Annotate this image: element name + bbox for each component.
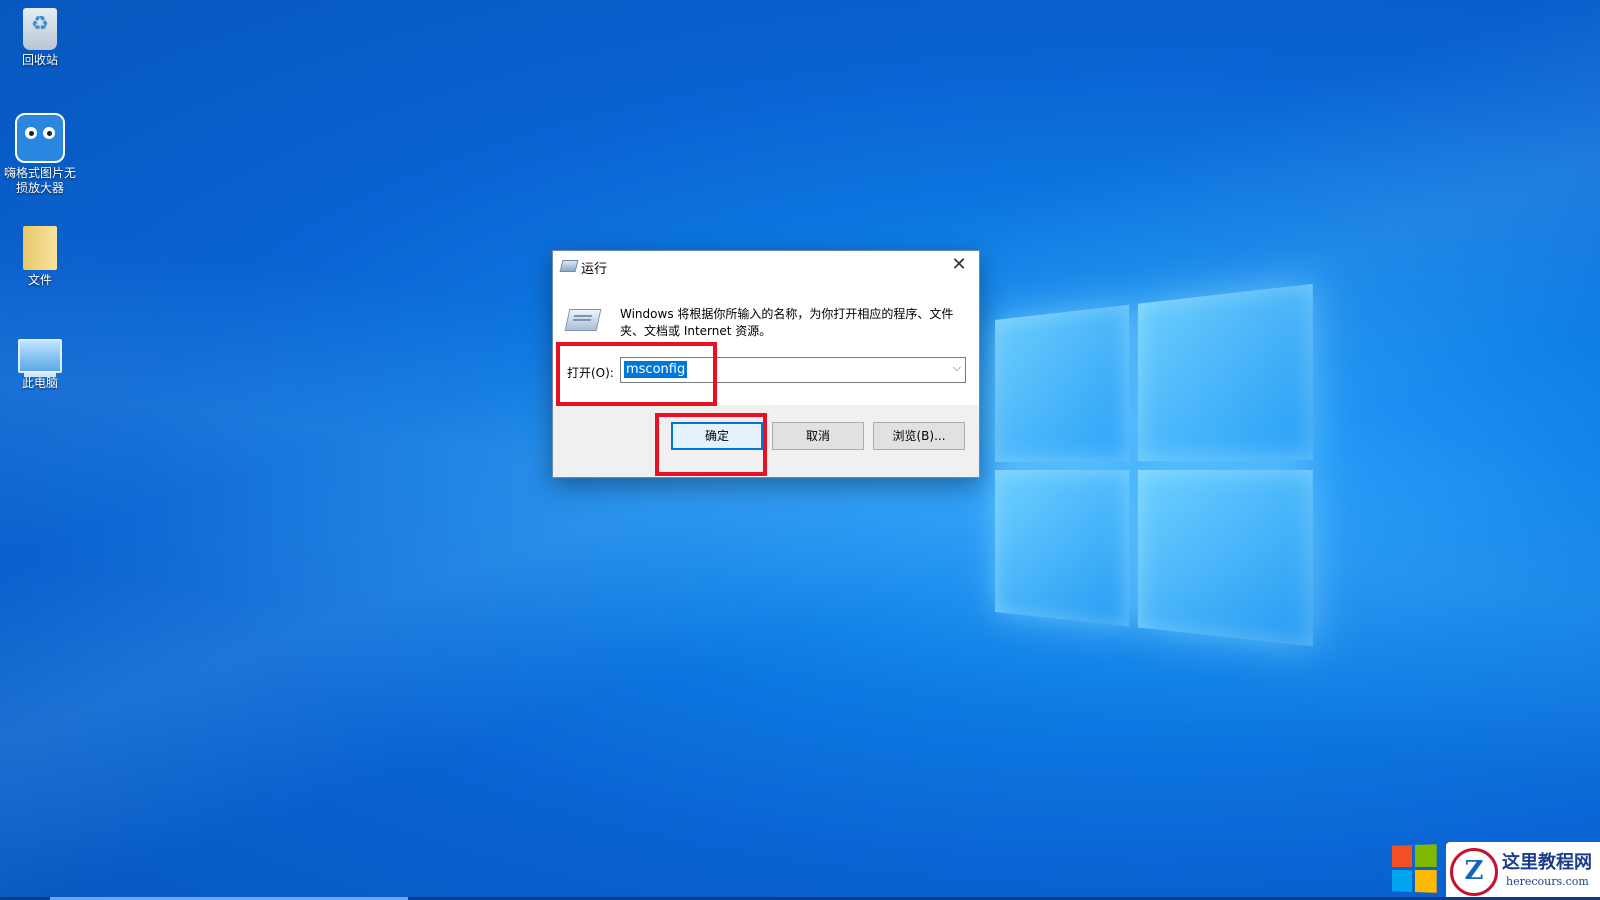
recycle-bin-icon: [23, 8, 57, 50]
watermark-url: herecours.com: [1506, 875, 1589, 888]
desktop-icon-recycle-bin[interactable]: 回收站: [2, 8, 78, 68]
open-combobox[interactable]: msconfig ⌵: [620, 357, 966, 383]
run-icon: [560, 260, 579, 272]
close-icon: ✕: [951, 254, 966, 275]
desktop-icon-files[interactable]: 文件: [2, 226, 78, 288]
chevron-down-icon[interactable]: ⌵: [953, 361, 961, 375]
open-input-value[interactable]: msconfig: [624, 361, 687, 378]
watermark-logo-icon: Z: [1450, 848, 1498, 896]
run-program-icon: [565, 309, 602, 331]
dialog-button-bar: 确定 取消 浏览(B)...: [553, 405, 979, 477]
desktop-icon-label: 回收站: [2, 53, 78, 68]
owl-app-icon: [15, 113, 65, 163]
desktop-icon-this-pc[interactable]: 此电脑: [2, 333, 78, 391]
windows-flag-icon: [1392, 844, 1438, 894]
desktop-icon-label: 嗨格式图片无损放大器: [2, 166, 78, 196]
folder-icon: [23, 226, 57, 270]
watermark-badge: Z 这里教程网 herecours.com: [1446, 842, 1600, 898]
computer-icon: [18, 339, 62, 373]
watermark: Z 这里教程网 herecours.com: [1390, 840, 1600, 900]
browse-button[interactable]: 浏览(B)...: [873, 422, 965, 450]
dialog-titlebar[interactable]: 运行 ✕: [553, 251, 979, 283]
desktop-icon-image-upscaler[interactable]: 嗨格式图片无损放大器: [2, 113, 78, 196]
watermark-title: 这里教程网: [1502, 848, 1592, 874]
close-button[interactable]: ✕: [939, 251, 979, 281]
run-dialog: 运行 ✕ Windows 将根据你所输入的名称，为你打开相应的程序、文件夹、文档…: [552, 250, 980, 478]
desktop-icon-label: 文件: [2, 273, 78, 288]
dialog-title: 运行: [581, 258, 607, 277]
windows-wallpaper-logo: [995, 284, 1313, 656]
dialog-description: Windows 将根据你所输入的名称，为你打开相应的程序、文件夹、文档或 Int…: [620, 306, 965, 340]
open-label: 打开(O):: [567, 364, 614, 381]
desktop-icon-label: 此电脑: [2, 376, 78, 391]
ok-button[interactable]: 确定: [671, 422, 763, 450]
cancel-button[interactable]: 取消: [772, 422, 864, 450]
